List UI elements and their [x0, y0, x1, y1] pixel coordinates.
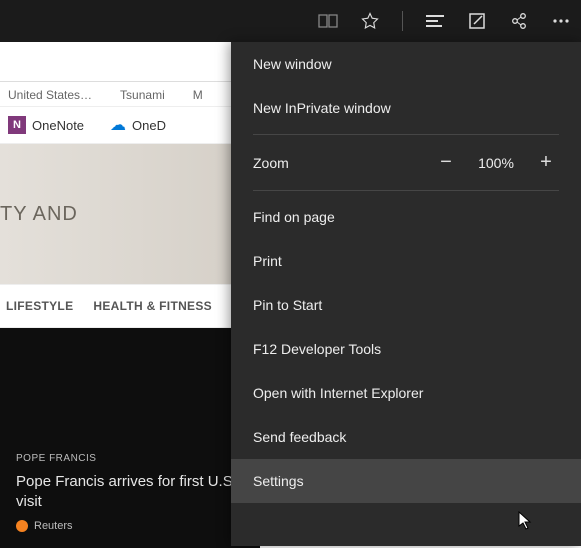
news-card[interactable]: POPE FRANCIS Pope Francis arrives for fi… — [0, 328, 260, 548]
reuters-icon — [16, 520, 28, 532]
pinned-app-label: OneD — [132, 118, 166, 133]
hero-text: TY AND — [0, 203, 78, 226]
menu-separator — [253, 190, 559, 191]
menu-zoom-row: Zoom − 100% + — [231, 139, 581, 186]
pinned-app-onenote[interactable]: N OneNote — [8, 116, 84, 134]
menu-print[interactable]: Print — [231, 239, 581, 283]
menu-find[interactable]: Find on page — [231, 195, 581, 239]
news-category: POPE FRANCIS — [16, 453, 244, 464]
menu-pin[interactable]: Pin to Start — [231, 283, 581, 327]
share-icon[interactable] — [509, 11, 529, 31]
zoom-in-button[interactable]: + — [533, 151, 559, 174]
separator — [402, 11, 403, 31]
menu-open-ie[interactable]: Open with Internet Explorer — [231, 371, 581, 415]
favorite-star-icon[interactable] — [360, 11, 380, 31]
more-icon[interactable] — [551, 11, 571, 31]
category-tab[interactable]: LIFESTYLE — [6, 299, 73, 313]
trending-link[interactable]: M — [193, 88, 203, 102]
hub-icon[interactable] — [425, 11, 445, 31]
category-tab[interactable]: HEALTH & FITNESS — [93, 299, 212, 313]
trending-link[interactable]: United States… — [8, 88, 92, 102]
zoom-out-button[interactable]: − — [433, 151, 459, 174]
pinned-app-onedrive[interactable]: ☁ OneD — [110, 115, 166, 135]
zoom-label: Zoom — [253, 155, 421, 171]
menu-new-window[interactable]: New window — [231, 42, 581, 86]
menu-new-inprivate[interactable]: New InPrivate window — [231, 86, 581, 130]
menu-feedback[interactable]: Send feedback — [231, 415, 581, 459]
zoom-value: 100% — [471, 155, 521, 171]
menu-separator — [253, 134, 559, 135]
web-note-icon[interactable] — [467, 11, 487, 31]
news-source-label: Reuters — [34, 520, 73, 532]
trending-link[interactable]: Tsunami — [120, 88, 165, 102]
onenote-icon: N — [8, 116, 26, 134]
more-menu: New window New InPrivate window Zoom − 1… — [231, 42, 581, 546]
menu-devtools[interactable]: F12 Developer Tools — [231, 327, 581, 371]
pinned-app-label: OneNote — [32, 118, 84, 133]
news-headline: Pope Francis arrives for first U.S. visi… — [16, 472, 244, 513]
onedrive-icon: ☁ — [110, 115, 126, 135]
titlebar — [0, 0, 581, 42]
reading-view-icon[interactable] — [318, 11, 338, 31]
menu-settings[interactable]: Settings — [231, 459, 581, 503]
news-source: Reuters — [16, 520, 244, 532]
